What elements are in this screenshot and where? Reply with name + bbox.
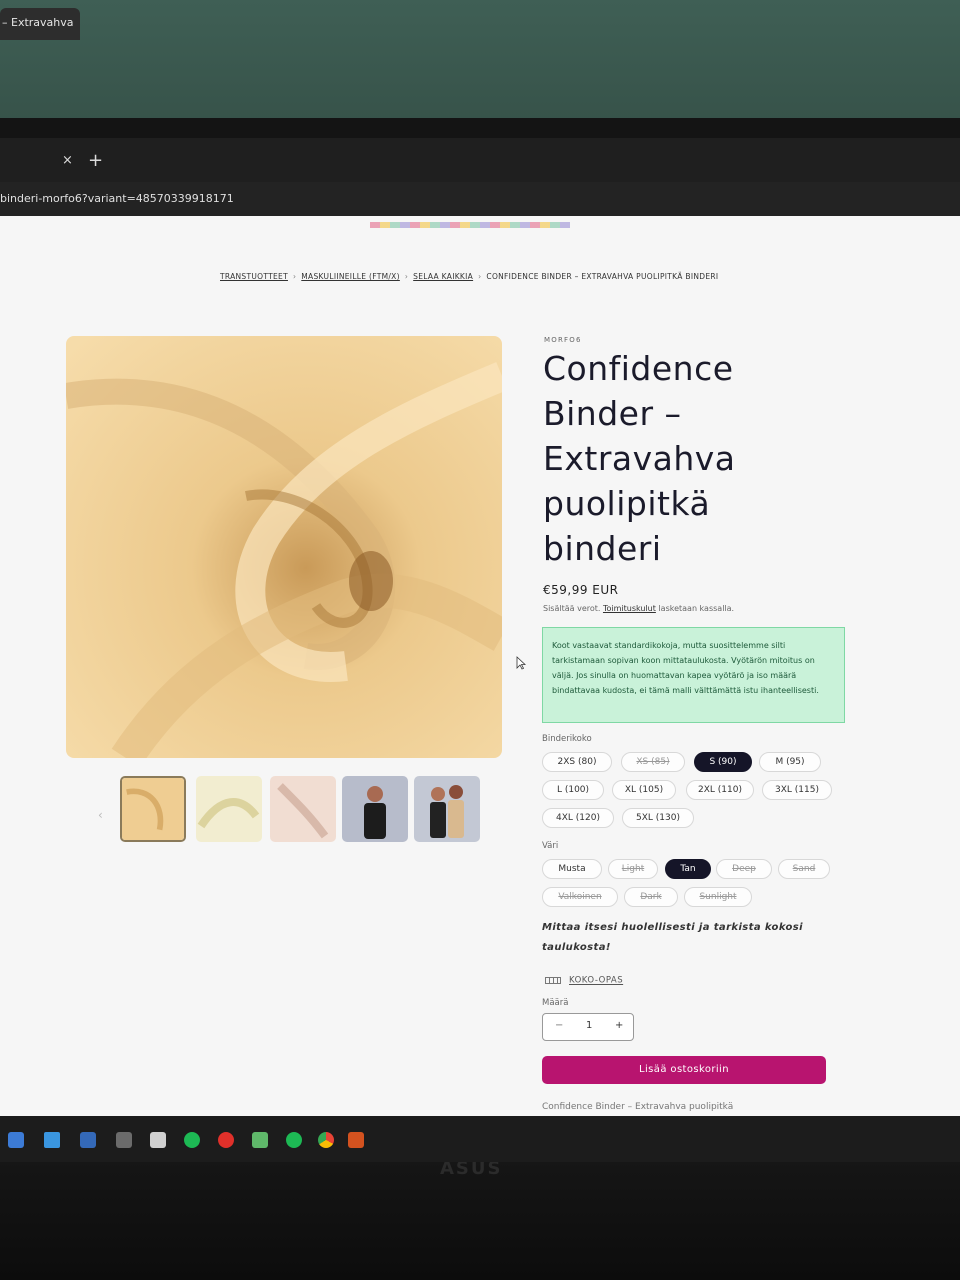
product-main-image[interactable] — [66, 336, 502, 758]
color-option-dark[interactable]: Dark — [624, 887, 678, 907]
ruler-icon — [545, 977, 561, 984]
sizing-notice: Koot vastaavat standardikokoja, mutta su… — [542, 627, 845, 723]
product-title: Confidence Binder – Extravahva puolipitk… — [543, 346, 803, 571]
thumbnail-strip — [120, 776, 480, 848]
size-guide-label[interactable]: KOKO-OPAS — [569, 976, 623, 986]
opera-icon[interactable] — [218, 1132, 234, 1148]
breadcrumb-separator: › — [292, 272, 297, 281]
size-guide-link[interactable]: KOKO-OPAS — [545, 970, 623, 986]
spotify-icon[interactable] — [184, 1132, 200, 1148]
color-option-tan[interactable]: Tan — [665, 859, 711, 879]
size-option-5xl[interactable]: 5XL (130) — [622, 808, 694, 828]
product-description-peek: Confidence Binder – Extravahva puolipitk… — [542, 1102, 734, 1112]
quantity-stepper: − 1 + — [542, 1013, 634, 1041]
product-price: €59,99 EUR — [543, 583, 619, 597]
color-option-valkoinen[interactable]: Valkoinen — [542, 887, 618, 907]
new-tab-icon[interactable]: + — [88, 150, 103, 171]
browser-tab[interactable]: – Extravahva — [0, 8, 80, 40]
breadcrumb-link[interactable]: MASKULIINEILLE (FTM/X) — [301, 272, 400, 281]
product-title-line: Binder – — [543, 394, 682, 433]
tax-note: Sisältää verot. Toimituskulut lasketaan … — [543, 604, 734, 613]
header-logo-strip — [370, 222, 570, 228]
tax-note-prefix: Sisältää verot. — [543, 604, 601, 613]
breadcrumb-separator: › — [478, 272, 482, 281]
quantity-input[interactable]: 1 — [586, 1020, 592, 1031]
tax-note-suffix: lasketaan kassalla. — [658, 604, 735, 613]
spotify-icon[interactable] — [286, 1132, 302, 1148]
size-option-l[interactable]: L (100) — [542, 780, 604, 800]
thumbnail-fabric-light[interactable] — [196, 776, 262, 842]
size-option-xl[interactable]: XL (105) — [612, 780, 676, 800]
product-vendor: MORFO6 — [544, 336, 582, 344]
windows-icon[interactable] — [8, 1132, 24, 1148]
color-option-light[interactable]: Light — [608, 859, 658, 879]
mouse-cursor-icon — [516, 656, 526, 670]
product-title-line: Confidence — [543, 349, 734, 388]
breadcrumb-link[interactable]: SELAA KAIKKIA — [413, 272, 473, 281]
file-icon[interactable] — [150, 1132, 166, 1148]
measure-note: Mittaa itsesi huolellisesti ja tarkista … — [542, 922, 803, 953]
url-text[interactable]: binderi-morfo6?variant=48570339918171 — [0, 192, 234, 205]
size-option-m[interactable]: M (95) — [759, 752, 821, 772]
quantity-label: Määrä — [542, 998, 569, 1008]
quantity-decrease-button[interactable]: − — [555, 1020, 563, 1031]
thumbnail-fabric-tan[interactable] — [120, 776, 186, 842]
breadcrumb-link[interactable]: TRANSTUOTTEET — [220, 272, 288, 281]
browser-tab-bar — [0, 138, 960, 182]
product-title-line: binderi — [543, 529, 662, 568]
color-option-deep[interactable]: Deep — [716, 859, 772, 879]
product-title-line: Extravahva — [543, 439, 736, 478]
thumbnail-model-pair[interactable] — [414, 776, 480, 842]
breadcrumb-current: CONFIDENCE BINDER – EXTRAVAHVA PUOLIPITK… — [486, 272, 719, 281]
square-icon[interactable] — [80, 1132, 96, 1148]
color-option-sand[interactable]: Sand — [778, 859, 830, 879]
size-option-4xl[interactable]: 4XL (120) — [542, 808, 614, 828]
check-icon[interactable] — [44, 1132, 60, 1148]
recycle-icon[interactable] — [252, 1132, 268, 1148]
os-taskbar — [0, 1116, 960, 1162]
size-label: Binderikoko — [542, 734, 592, 744]
size-option-xs[interactable]: XS (85) — [621, 752, 685, 772]
app-icon[interactable] — [348, 1132, 364, 1148]
minecraft-icon[interactable] — [116, 1132, 132, 1148]
color-option-sunlight[interactable]: Sunlight — [684, 887, 752, 907]
size-option-2xs[interactable]: 2XS (80) — [542, 752, 612, 772]
breadcrumb-separator: › — [404, 272, 409, 281]
chrome-icon[interactable] — [318, 1132, 334, 1148]
shipping-link[interactable]: Toimituskulut — [603, 604, 656, 613]
color-label: Väri — [542, 841, 559, 851]
quantity-increase-button[interactable]: + — [615, 1020, 623, 1031]
add-to-cart-button[interactable]: Lisää ostoskoriin — [542, 1056, 826, 1084]
size-option-3xl[interactable]: 3XL (115) — [762, 780, 832, 800]
size-option-2xl[interactable]: 2XL (110) — [686, 780, 754, 800]
color-option-musta[interactable]: Musta — [542, 859, 602, 879]
breadcrumb: TRANSTUOTTEET › MASKULIINEILLE (FTM/X) › SEL… — [220, 272, 718, 281]
thumbnail-prev-icon[interactable]: ‹ — [98, 808, 103, 822]
product-title-line: puolipitkä — [543, 484, 711, 523]
thumbnail-model-front[interactable] — [342, 776, 408, 842]
tab-close-icon[interactable]: × — [62, 153, 73, 168]
thumbnail-fabric-sand[interactable] — [270, 776, 336, 842]
size-option-s[interactable]: S (90) — [694, 752, 752, 772]
